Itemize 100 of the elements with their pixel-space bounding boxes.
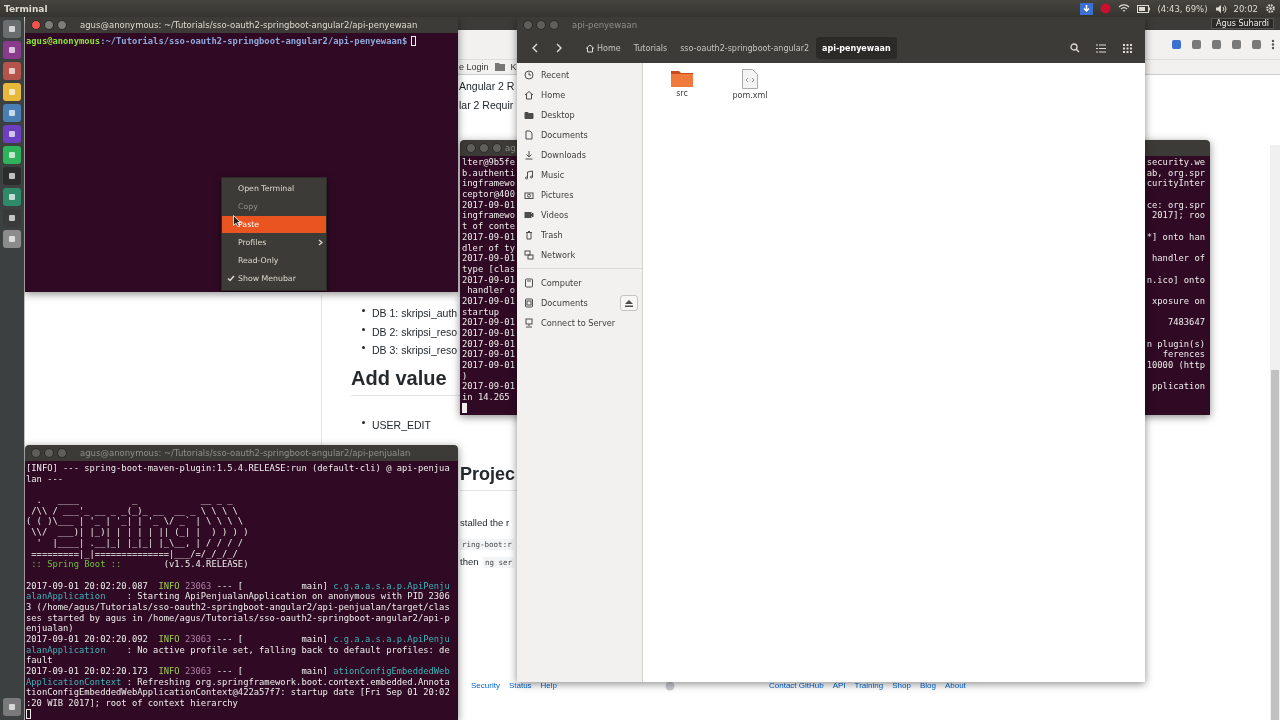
folder-icon[interactable] <box>671 69 693 87</box>
menu-icon[interactable] <box>1271 39 1275 50</box>
maximize-button[interactable] <box>57 20 67 30</box>
terminal-line: ' |____| .__|_| |_|_| |_\__, | / / / / <box>35 537 245 549</box>
sidebar-item[interactable]: Connect to Server <box>517 313 642 333</box>
profile-button[interactable]: Agus Suhardi <box>1211 18 1274 29</box>
minimize-button[interactable] <box>479 143 489 153</box>
extension-icon[interactable] <box>1191 39 1202 50</box>
sidebar-item[interactable]: Documents <box>517 293 642 313</box>
footer-link[interactable]: Contact GitHub <box>769 681 824 690</box>
file-icon[interactable] <box>742 69 758 89</box>
network-icon <box>524 250 534 260</box>
minimize-button[interactable] <box>44 20 54 30</box>
close-button[interactable] <box>466 143 476 153</box>
extension-icon[interactable] <box>1171 39 1182 50</box>
sidebar-item[interactable]: Videos <box>517 205 642 225</box>
section-heading: Add value <box>351 367 447 389</box>
path-button[interactable]: Home <box>579 37 627 59</box>
prompt-line: agus@anonymous:~/Tutorials/sso-oauth2-springboot-angular2/api-penyewaan$ <box>26 36 408 47</box>
folder-icon[interactable] <box>494 63 505 71</box>
terminal-line: ce: org.spr <box>1146 199 1205 211</box>
volume-icon[interactable] <box>1214 3 1227 14</box>
terminal-line: 2017-09-01 <box>462 317 515 328</box>
clock-icon <box>524 70 534 80</box>
window-title: ag <box>505 143 516 153</box>
extension-icon[interactable] <box>1211 39 1222 50</box>
record-icon[interactable] <box>1100 3 1112 14</box>
terminal-line: 2017-09-01 <box>462 360 515 371</box>
battery-icon[interactable] <box>1137 4 1151 13</box>
bookmark-link[interactable]: K <box>510 62 517 72</box>
footer-link[interactable]: Help <box>540 681 558 690</box>
terminal-line: \\/ ___)| |_)| | | | | || (_| | ) ) ) ) <box>30 527 250 538</box>
download-icon[interactable] <box>1080 2 1094 15</box>
sidebar-item[interactable]: Home <box>517 85 642 105</box>
extension-icon[interactable] <box>1251 39 1262 50</box>
close-button[interactable] <box>31 448 41 458</box>
terminal-line: :: Spring Boot :: (v1.5.4.RELEASE) <box>30 559 250 570</box>
footer-link[interactable]: About <box>944 681 966 690</box>
settings-icon[interactable] <box>1265 3 1276 14</box>
terminal-line: alanApplication : No active profile set, falling back to default profiles: de <box>26 644 451 656</box>
terminal-line: 2017-09-01 <box>462 349 515 361</box>
text-cursor <box>462 402 467 413</box>
terminal-line: 2017-09-01 20:02:20.087 INFO 23063 --- [ main] c.g.a.a.s.a.p.ApiPenju <box>26 580 451 592</box>
window-title: agus@anonymous: ~/Tutorials/sso-oauth2-springboot-angular2/api-penyewaan <box>80 20 418 30</box>
sidebar-item[interactable]: Downloads <box>517 145 642 165</box>
maximize-button[interactable] <box>549 20 559 30</box>
minimize-button[interactable] <box>44 448 54 458</box>
terminal-line: 2017-09-01 20:02:20.173 INFO 23063 --- [ main] ationConfigEmbeddedWeb <box>26 666 451 677</box>
page-text: Angular 2 R <box>459 80 515 92</box>
terminal-line: type [clas <box>462 263 515 275</box>
path-button[interactable]: Tutorials <box>627 37 674 59</box>
maximize-button[interactable] <box>492 143 502 153</box>
footer-link[interactable]: API <box>832 681 846 690</box>
chevron-right-icon <box>556 43 562 53</box>
terminal-line: n plugin(s) <box>1146 338 1205 350</box>
server-icon <box>524 318 534 328</box>
footer-link[interactable]: Security <box>471 681 500 690</box>
download-icon <box>524 150 534 160</box>
sidebar-item[interactable]: Computer <box>517 273 642 293</box>
sidebar-item[interactable]: Recent <box>517 65 642 85</box>
terminal-line: n.ico] onto <box>1146 274 1205 286</box>
eject-button[interactable] <box>620 295 638 311</box>
sidebar-item[interactable]: Pictures <box>517 185 642 205</box>
terminal-line: ses started by agus in /home/agus/Tutorials/sso-oauth2-springboot-angular2/api-p <box>26 612 451 624</box>
terminal-line: startup <box>462 306 501 318</box>
close-button[interactable] <box>523 20 533 30</box>
terminal-line: . ____ _ __ _ _ <box>35 495 234 506</box>
sidebar-item[interactable]: Network <box>517 245 642 265</box>
file-name[interactable]: pom.xml <box>732 91 768 100</box>
grid-icon <box>1122 43 1132 53</box>
minimize-button[interactable] <box>536 20 546 30</box>
terminal-line: 2017-09-01 <box>462 199 515 211</box>
camera-icon <box>524 190 534 200</box>
terminal-line: curityInter <box>1146 178 1205 190</box>
footer-link[interactable]: Blog <box>919 681 936 690</box>
path-button[interactable]: api-penyewaan <box>816 37 897 59</box>
sidebar-item[interactable]: Music <box>517 165 642 185</box>
footer-link[interactable]: Status <box>508 681 532 690</box>
terminal-line: 2017-09-01 <box>462 381 515 393</box>
footer-link[interactable]: Shop <box>892 681 911 690</box>
sidebar-item[interactable]: Trash <box>517 225 642 245</box>
terminal-line: 2017-09-01 <box>462 338 515 350</box>
clock-time[interactable]: 20:02 <box>1233 3 1258 14</box>
file-name[interactable]: src <box>676 89 688 98</box>
terminal-line: 3 (/home/agus/Tutorials/sso-oauth2-springboot-angular2/api-penjualan/target/clas <box>26 601 451 613</box>
terminal-line: lan --- <box>26 473 65 485</box>
sidebar-item[interactable]: Documents <box>517 125 642 145</box>
sidebar-item[interactable]: Desktop <box>517 105 642 125</box>
footer-link[interactable]: Training <box>854 681 884 690</box>
home-icon <box>524 90 534 100</box>
document-icon <box>524 130 534 140</box>
terminal-line: enjualan) <box>26 623 75 634</box>
wifi-icon[interactable] <box>1118 4 1131 13</box>
maximize-button[interactable] <box>57 448 67 458</box>
path-button[interactable]: sso-oauth2-springboot-angular2 <box>674 37 816 59</box>
terminal-line: 7483647 <box>1166 317 1205 328</box>
bookmark-link[interactable]: e Login <box>459 62 489 72</box>
close-button[interactable] <box>31 20 41 30</box>
scrollbar[interactable] <box>1270 145 1280 720</box>
extension-icon[interactable] <box>1231 39 1242 50</box>
